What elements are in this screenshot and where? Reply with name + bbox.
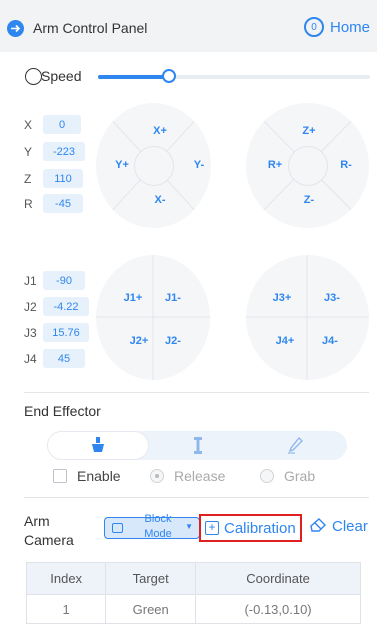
speed-slider-handle[interactable]	[162, 69, 176, 83]
table-header-row: Index Target Coordinate	[25, 562, 361, 595]
home-button[interactable]: 0 Home	[303, 17, 370, 37]
jog-j3-minus-button[interactable]: J3-	[324, 292, 340, 304]
value-j2: -4.22	[43, 297, 89, 316]
camera-icon	[112, 523, 123, 533]
jog-j2-plus-button[interactable]: J2+	[130, 335, 149, 347]
home-label: Home	[329, 18, 370, 36]
calibration-button[interactable]: + Calibration	[199, 514, 302, 542]
jog-z-plus-button[interactable]: Z+	[302, 125, 315, 137]
mode-select-value: Block Mode	[144, 513, 172, 540]
jog-j1-minus-button[interactable]: J1-	[165, 292, 181, 304]
speed-slider-fill	[98, 75, 169, 79]
jog-j4-minus-button[interactable]: J4-	[322, 335, 338, 347]
table-row: 1 Green (-0.13,0.10)	[25, 594, 361, 624]
chevron-down-icon: ▼	[185, 522, 193, 531]
xy-jog-pad: X+ Y+ Y- X-	[96, 103, 211, 228]
clear-button[interactable]: Clear	[310, 518, 368, 535]
grab-label: Grab	[284, 468, 316, 484]
suction-cup-icon[interactable]	[91, 437, 105, 457]
axis-label-y: Y	[24, 145, 33, 159]
jog-j2-minus-button[interactable]: J2-	[165, 335, 181, 347]
page-title: Arm Control Panel	[33, 20, 148, 36]
column-header-index: Index	[25, 562, 107, 595]
grab-option[interactable]: Grab	[260, 467, 315, 485]
pen-icon[interactable]	[287, 436, 303, 458]
enable-checkbox[interactable]	[53, 469, 67, 483]
arm-camera-label: Arm Camera	[24, 513, 74, 548]
joint-label-j3: J3	[24, 326, 37, 340]
value-z: 110	[43, 169, 83, 188]
release-radio[interactable]	[150, 469, 164, 483]
joint-label-j1: J1	[24, 274, 37, 288]
joint-label-j2: J2	[24, 300, 37, 314]
axis-label-x: X	[24, 118, 33, 132]
zr-jog-pad: Z+ R+ R- Z-	[246, 103, 369, 228]
jog-j1-plus-button[interactable]: J1+	[124, 292, 143, 304]
plus-square-icon: +	[205, 521, 219, 535]
joint-label-j4: J4	[24, 352, 37, 366]
end-effector-title: End Effector	[24, 403, 101, 419]
header-bar: Arm Control Panel 0 Home	[0, 0, 377, 52]
column-header-target: Target	[105, 562, 197, 595]
clear-label: Clear	[332, 518, 368, 535]
value-j4: 45	[43, 349, 85, 368]
cell-target: Green	[105, 594, 197, 624]
cell-index: 1	[25, 594, 107, 624]
value-j3: 15.76	[43, 323, 89, 342]
j1-j2-jog-pad: J1+ J1- J2+ J2-	[96, 255, 210, 380]
release-option[interactable]: Release	[150, 467, 225, 485]
axis-label-z: Z	[24, 172, 32, 186]
speedometer-icon	[25, 68, 42, 85]
jog-j4-plus-button[interactable]: J4+	[276, 335, 295, 347]
speed-control: Speed	[25, 66, 370, 88]
end-effector-selector	[47, 431, 347, 460]
jog-r-minus-button[interactable]: R-	[340, 159, 352, 171]
calibration-label: Calibration	[224, 519, 296, 537]
eraser-icon	[310, 518, 326, 535]
xy-pad-center	[133, 145, 174, 186]
value-y: -223	[43, 142, 85, 161]
value-x: 0	[43, 115, 81, 134]
back-arrow-icon[interactable]	[7, 20, 24, 37]
speed-label: Speed	[41, 68, 82, 84]
j3-j4-jog-pad: J3+ J3- J4+ J4-	[246, 255, 369, 380]
jog-j3-plus-button[interactable]: J3+	[273, 292, 292, 304]
enable-label: Enable	[77, 468, 121, 484]
section-divider	[24, 497, 369, 498]
mode-select[interactable]: Block Mode ▼	[104, 513, 200, 540]
jog-r-plus-button[interactable]: R+	[268, 159, 282, 171]
column-header-coordinate: Coordinate	[195, 562, 361, 595]
detection-table: Index Target Coordinate 1 Green (-0.13,0…	[25, 562, 361, 624]
jog-x-plus-button[interactable]: X+	[153, 125, 167, 137]
zr-pad-center	[287, 145, 328, 186]
cell-coordinate: (-0.13,0.10)	[195, 594, 361, 624]
gripper-icon[interactable]	[193, 437, 203, 458]
jog-y-minus-button[interactable]: Y-	[194, 159, 204, 171]
jog-z-minus-button[interactable]: Z-	[304, 194, 314, 206]
enable-option[interactable]: Enable	[53, 467, 121, 485]
home-icon: 0	[303, 17, 324, 37]
jog-y-plus-button[interactable]: Y+	[115, 159, 129, 171]
jog-x-minus-button[interactable]: X-	[155, 194, 166, 206]
value-r: -45	[43, 194, 83, 213]
axis-label-r: R	[24, 197, 33, 211]
value-j1: -90	[43, 271, 85, 290]
grab-radio[interactable]	[260, 469, 274, 483]
release-label: Release	[174, 468, 226, 484]
section-divider	[24, 392, 369, 393]
